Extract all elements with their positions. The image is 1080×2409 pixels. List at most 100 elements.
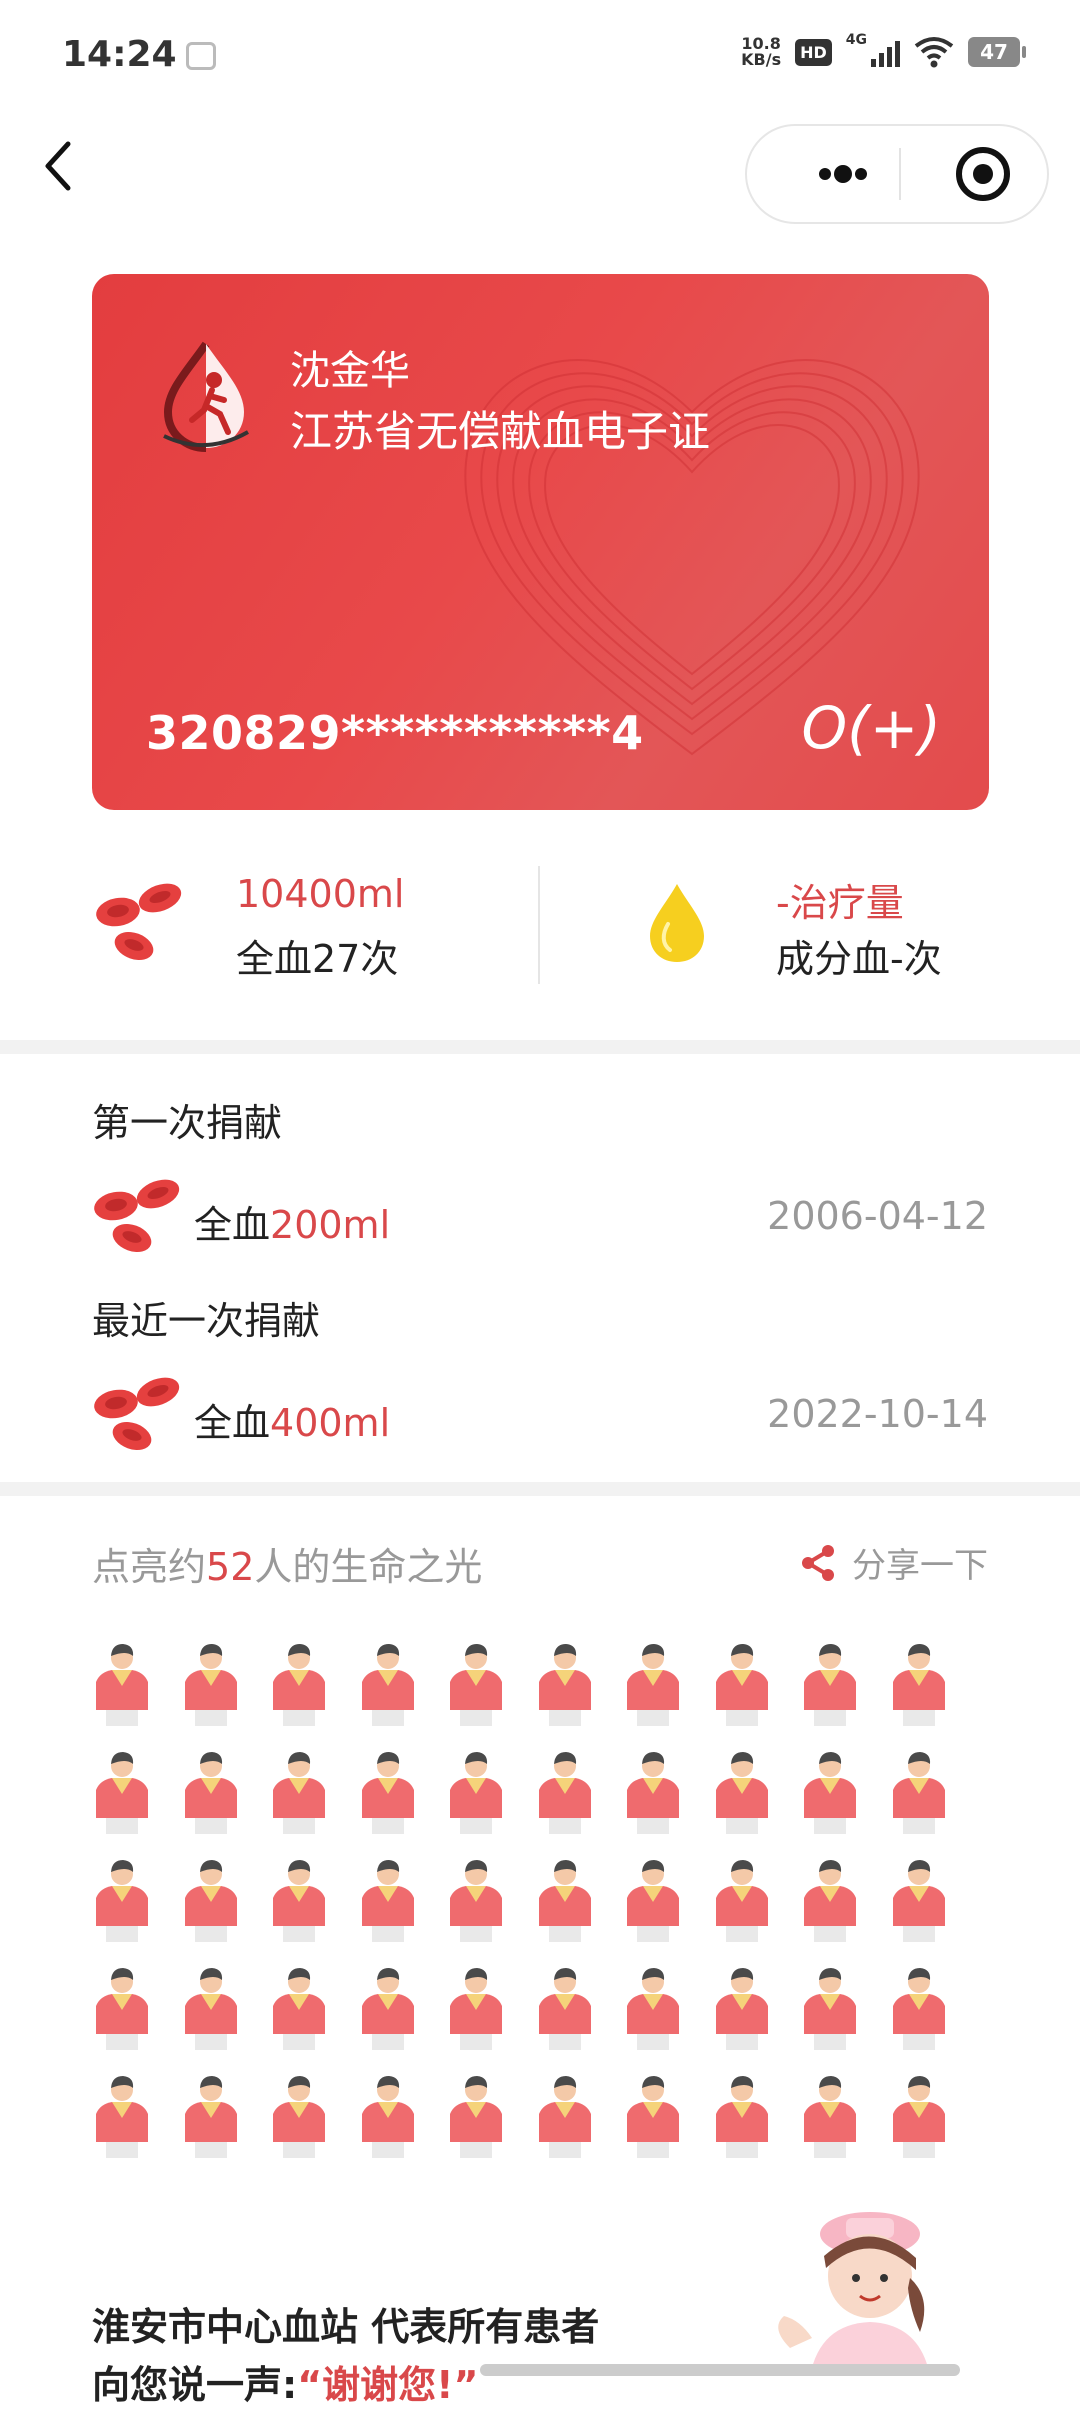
person-icon bbox=[804, 2076, 856, 2158]
first-donation-amount: 200ml bbox=[270, 1203, 391, 1247]
first-donation-detail: 全血200ml bbox=[194, 1194, 390, 1249]
section-separator bbox=[0, 1482, 1080, 1496]
network-type: 4G bbox=[845, 32, 867, 48]
blood-type: O(+) bbox=[801, 694, 941, 762]
person-icon bbox=[538, 1752, 591, 1834]
person-icon bbox=[450, 2076, 502, 2158]
thanks-highlight: “谢谢您!” bbox=[297, 2363, 479, 2407]
person-icon bbox=[892, 1644, 945, 1726]
component-blood-count: 成分血-次 bbox=[776, 937, 942, 981]
blood-donation-logo-icon bbox=[163, 341, 249, 452]
person-icon bbox=[627, 1968, 679, 2050]
mini-program-capsule bbox=[745, 124, 1049, 224]
person-icon bbox=[538, 1968, 591, 2050]
person-icon bbox=[96, 1860, 148, 1942]
card-id-number: 320829***********4 bbox=[146, 706, 644, 760]
latest-donation-label: 最近一次捐献 bbox=[92, 1299, 321, 1343]
thanks-line-1: 淮安市中心血站 代表所有患者 bbox=[92, 2305, 600, 2349]
capsule-divider bbox=[899, 148, 901, 200]
status-icons: 10.8 KB/s HD 4G 47 bbox=[741, 32, 1026, 68]
person-icon bbox=[627, 1860, 679, 1942]
person-icon bbox=[184, 1860, 237, 1942]
person-icon bbox=[450, 1860, 502, 1942]
person-icon bbox=[273, 1968, 325, 2050]
lights-prefix: 点亮约 bbox=[92, 1545, 207, 1589]
yellow-drop-icon bbox=[650, 884, 704, 962]
person-icon bbox=[184, 1752, 237, 1834]
status-bar: 14:24 10.8 KB/s HD 4G 47 bbox=[0, 0, 1080, 118]
whole-blood-amount: 10400ml bbox=[236, 872, 405, 916]
red-blood-cells-icon bbox=[96, 883, 182, 961]
person-icon bbox=[96, 1752, 148, 1834]
home-indicator bbox=[480, 2364, 960, 2376]
person-icon bbox=[627, 1752, 679, 1834]
person-icon bbox=[184, 1644, 237, 1726]
more-dots-icon[interactable] bbox=[787, 126, 897, 222]
person-icon bbox=[361, 1752, 414, 1834]
person-icon bbox=[361, 1968, 414, 2050]
person-icon bbox=[96, 2076, 148, 2158]
person-icon bbox=[273, 1644, 325, 1726]
wifi-icon bbox=[914, 37, 954, 68]
person-icon bbox=[715, 1644, 768, 1726]
person-icon bbox=[627, 1644, 679, 1726]
person-icon bbox=[273, 1752, 325, 1834]
target-icon[interactable] bbox=[933, 126, 1033, 222]
person-icon bbox=[538, 1644, 591, 1726]
person-icon bbox=[96, 1968, 148, 2050]
whole-blood-count: 全血27次 bbox=[236, 937, 399, 981]
person-icon bbox=[892, 2076, 945, 2158]
signal-icon bbox=[871, 37, 900, 67]
person-icon bbox=[96, 1644, 148, 1726]
red-blood-cells-icon bbox=[94, 1377, 180, 1451]
share-icon bbox=[802, 1544, 834, 1581]
person-icon bbox=[538, 1860, 591, 1942]
chevron-left-icon[interactable] bbox=[34, 136, 94, 196]
person-icon bbox=[184, 2076, 237, 2158]
lights-suffix: 人的生命之光 bbox=[254, 1545, 483, 1589]
app-notification-icon bbox=[186, 42, 216, 70]
thanks-line-2-prefix: 向您说一声: bbox=[92, 2363, 298, 2407]
person-icon bbox=[892, 1752, 945, 1834]
card-title: 江苏省无偿献血电子证 bbox=[290, 407, 711, 456]
hd-badge: HD bbox=[795, 38, 832, 66]
person-icon bbox=[361, 1644, 414, 1726]
person-icon bbox=[715, 1968, 768, 2050]
share-label: 分享一下 bbox=[852, 1546, 988, 1586]
person-icon bbox=[273, 1860, 325, 1942]
share-button[interactable]: 分享一下 bbox=[798, 1538, 988, 1587]
latest-donation-detail: 全血400ml bbox=[194, 1392, 390, 1447]
lights-count: 52 bbox=[206, 1545, 255, 1589]
battery-icon: 47 bbox=[968, 37, 1026, 67]
person-icon bbox=[450, 1968, 502, 2050]
latest-donation-type: 全血 bbox=[194, 1401, 271, 1445]
first-donation-type: 全血 bbox=[194, 1203, 271, 1247]
network-speed: 10.8 KB/s bbox=[741, 36, 781, 68]
red-blood-cells-icon bbox=[94, 1179, 180, 1253]
person-icon bbox=[538, 2076, 591, 2158]
section-separator bbox=[0, 1040, 1080, 1054]
person-icon bbox=[361, 1860, 414, 1942]
lights-title: 点亮约52人的生命之光 bbox=[92, 1536, 482, 1591]
nurse-illustration-icon bbox=[778, 2212, 930, 2376]
person-icon bbox=[627, 2076, 679, 2158]
person-icon bbox=[715, 2076, 768, 2158]
person-icon bbox=[715, 1752, 768, 1834]
person-icon bbox=[804, 1644, 856, 1726]
person-icon bbox=[361, 2076, 414, 2158]
latest-donation-date: 2022-10-14 bbox=[767, 1392, 988, 1436]
component-blood-amount: -治疗量 bbox=[776, 881, 904, 925]
thanks-line-2: 向您说一声:“谢谢您!” bbox=[92, 2354, 478, 2409]
person-icon bbox=[892, 1860, 945, 1942]
network-speed-unit: KB/s bbox=[741, 50, 782, 69]
person-icon bbox=[804, 1860, 856, 1942]
blood-donation-card[interactable]: 沈金华 江苏省无偿献血电子证 320829***********4 O(+) bbox=[92, 274, 989, 810]
person-icon bbox=[804, 1752, 856, 1834]
person-icon bbox=[715, 1860, 768, 1942]
person-icon bbox=[184, 1968, 237, 2050]
status-time: 14:24 bbox=[62, 34, 177, 75]
person-icon bbox=[804, 1968, 856, 2050]
person-icon bbox=[892, 1968, 945, 2050]
first-donation-date: 2006-04-12 bbox=[767, 1194, 988, 1238]
latest-donation-amount: 400ml bbox=[270, 1401, 391, 1445]
